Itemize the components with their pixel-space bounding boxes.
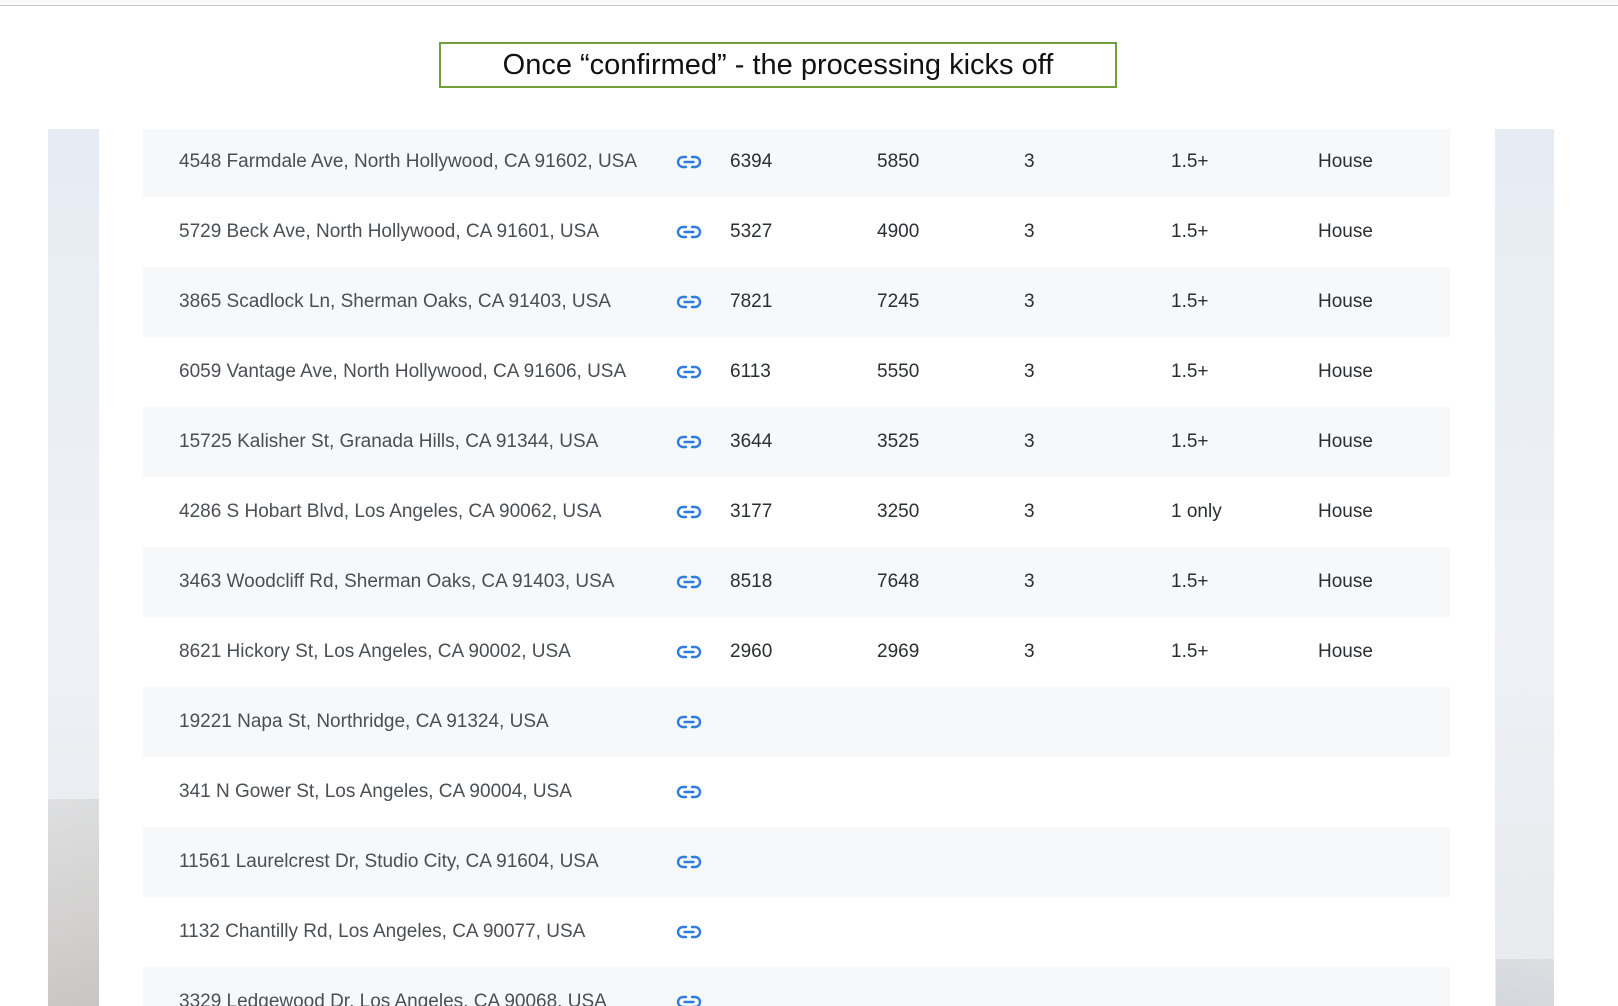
table-row[interactable]: 4286 S Hobart Blvd, Los Angeles, CA 9006… (143, 477, 1450, 547)
value-cell-c4: 1 only (1171, 501, 1222, 522)
link-icon[interactable] (675, 967, 703, 1006)
address-cell: 11561 Laurelcrest Dr, Studio City, CA 91… (179, 851, 599, 872)
address-cell: 15725 Kalisher St, Granada Hills, CA 913… (179, 431, 599, 452)
link-icon[interactable] (675, 617, 703, 687)
value-cell-c4: 1.5+ (1171, 361, 1209, 382)
value-cell-c1: 6394 (730, 151, 773, 172)
value-cell-c2: 7245 (877, 291, 920, 312)
top-divider (0, 0, 1618, 6)
address-cell: 8621 Hickory St, Los Angeles, CA 90002, … (179, 641, 571, 662)
table-row[interactable]: 3329 Ledgewood Dr, Los Angeles, CA 90068… (143, 967, 1450, 1006)
value-cell-c1: 7821 (730, 291, 773, 312)
address-cell: 4286 S Hobart Blvd, Los Angeles, CA 9006… (179, 501, 602, 522)
link-icon[interactable] (675, 827, 703, 897)
value-cell-c4: 1.5+ (1171, 151, 1209, 172)
value-cell-c5: House (1318, 641, 1373, 662)
table-row[interactable]: 3463 Woodcliff Rd, Sherman Oaks, CA 9140… (143, 547, 1450, 617)
table-row[interactable]: 1132 Chantilly Rd, Los Angeles, CA 90077… (143, 897, 1450, 967)
link-icon[interactable] (675, 477, 703, 547)
address-cell: 3865 Scadlock Ln, Sherman Oaks, CA 91403… (179, 291, 611, 312)
results-panel: 4548 Farmdale Ave, North Hollywood, CA 9… (99, 129, 1495, 1006)
link-icon[interactable] (675, 197, 703, 267)
link-icon[interactable] (675, 757, 703, 827)
background-roof-left (48, 799, 100, 1006)
value-cell-c1: 2960 (730, 641, 773, 662)
background-roof-right (1496, 959, 1554, 1006)
address-cell: 4548 Farmdale Ave, North Hollywood, CA 9… (179, 151, 638, 172)
value-cell-c2: 5850 (877, 151, 920, 172)
value-cell-c5: House (1318, 571, 1373, 592)
value-cell-c2: 3525 (877, 431, 920, 452)
value-cell-c4: 1.5+ (1171, 221, 1209, 242)
value-cell-c3: 3 (1024, 151, 1035, 172)
value-cell-c5: House (1318, 501, 1373, 522)
value-cell-c3: 3 (1024, 571, 1035, 592)
address-cell: 3329 Ledgewood Dr, Los Angeles, CA 90068… (179, 991, 607, 1006)
value-cell-c2: 3250 (877, 501, 920, 522)
value-cell-c1: 6113 (730, 361, 771, 382)
link-icon[interactable] (675, 407, 703, 477)
value-cell-c5: House (1318, 221, 1373, 242)
value-cell-c3: 3 (1024, 291, 1035, 312)
address-cell: 6059 Vantage Ave, North Hollywood, CA 91… (179, 361, 627, 382)
address-cell: 5729 Beck Ave, North Hollywood, CA 91601… (179, 221, 600, 242)
address-cell: 19221 Napa St, Northridge, CA 91324, USA (179, 711, 549, 732)
value-cell-c2: 5550 (877, 361, 920, 382)
value-cell-c1: 3644 (730, 431, 773, 452)
value-cell-c5: House (1318, 151, 1373, 172)
value-cell-c3: 3 (1024, 361, 1035, 382)
value-cell-c1: 5327 (730, 221, 773, 242)
table-row[interactable]: 8621 Hickory St, Los Angeles, CA 90002, … (143, 617, 1450, 687)
value-cell-c4: 1.5+ (1171, 571, 1209, 592)
value-cell-c2: 2969 (877, 641, 920, 662)
link-icon[interactable] (675, 337, 703, 407)
value-cell-c5: House (1318, 361, 1373, 382)
value-cell-c3: 3 (1024, 641, 1035, 662)
table-row[interactable]: 6059 Vantage Ave, North Hollywood, CA 91… (143, 337, 1450, 407)
table-row[interactable]: 5729 Beck Ave, North Hollywood, CA 91601… (143, 197, 1450, 267)
link-icon[interactable] (675, 897, 703, 967)
link-icon[interactable] (675, 547, 703, 617)
address-cell: 3463 Woodcliff Rd, Sherman Oaks, CA 9140… (179, 571, 615, 592)
value-cell-c2: 4900 (877, 221, 920, 242)
table-row[interactable]: 4548 Farmdale Ave, North Hollywood, CA 9… (143, 129, 1450, 197)
value-cell-c3: 3 (1024, 221, 1035, 242)
table-row[interactable]: 19221 Napa St, Northridge, CA 91324, USA (143, 687, 1450, 757)
value-cell-c1: 8518 (730, 571, 773, 592)
value-cell-c4: 1.5+ (1171, 641, 1209, 662)
address-cell: 341 N Gower St, Los Angeles, CA 90004, U… (179, 781, 572, 802)
address-cell: 1132 Chantilly Rd, Los Angeles, CA 90077… (179, 921, 586, 942)
table-row[interactable]: 341 N Gower St, Los Angeles, CA 90004, U… (143, 757, 1450, 827)
table-row[interactable]: 3865 Scadlock Ln, Sherman Oaks, CA 91403… (143, 267, 1450, 337)
value-cell-c1: 3177 (730, 501, 773, 522)
link-icon[interactable] (675, 267, 703, 337)
value-cell-c3: 3 (1024, 501, 1035, 522)
value-cell-c4: 1.5+ (1171, 431, 1209, 452)
table-row[interactable]: 15725 Kalisher St, Granada Hills, CA 913… (143, 407, 1450, 477)
value-cell-c4: 1.5+ (1171, 291, 1209, 312)
link-icon[interactable] (675, 687, 703, 757)
link-icon[interactable] (675, 129, 703, 197)
table-row[interactable]: 11561 Laurelcrest Dr, Studio City, CA 91… (143, 827, 1450, 897)
value-cell-c3: 3 (1024, 431, 1035, 452)
callout-text: Once “confirmed” - the processing kicks … (502, 48, 1054, 81)
value-cell-c2: 7648 (877, 571, 920, 592)
callout-box: Once “confirmed” - the processing kicks … (439, 42, 1117, 88)
value-cell-c5: House (1318, 291, 1373, 312)
value-cell-c5: House (1318, 431, 1373, 452)
